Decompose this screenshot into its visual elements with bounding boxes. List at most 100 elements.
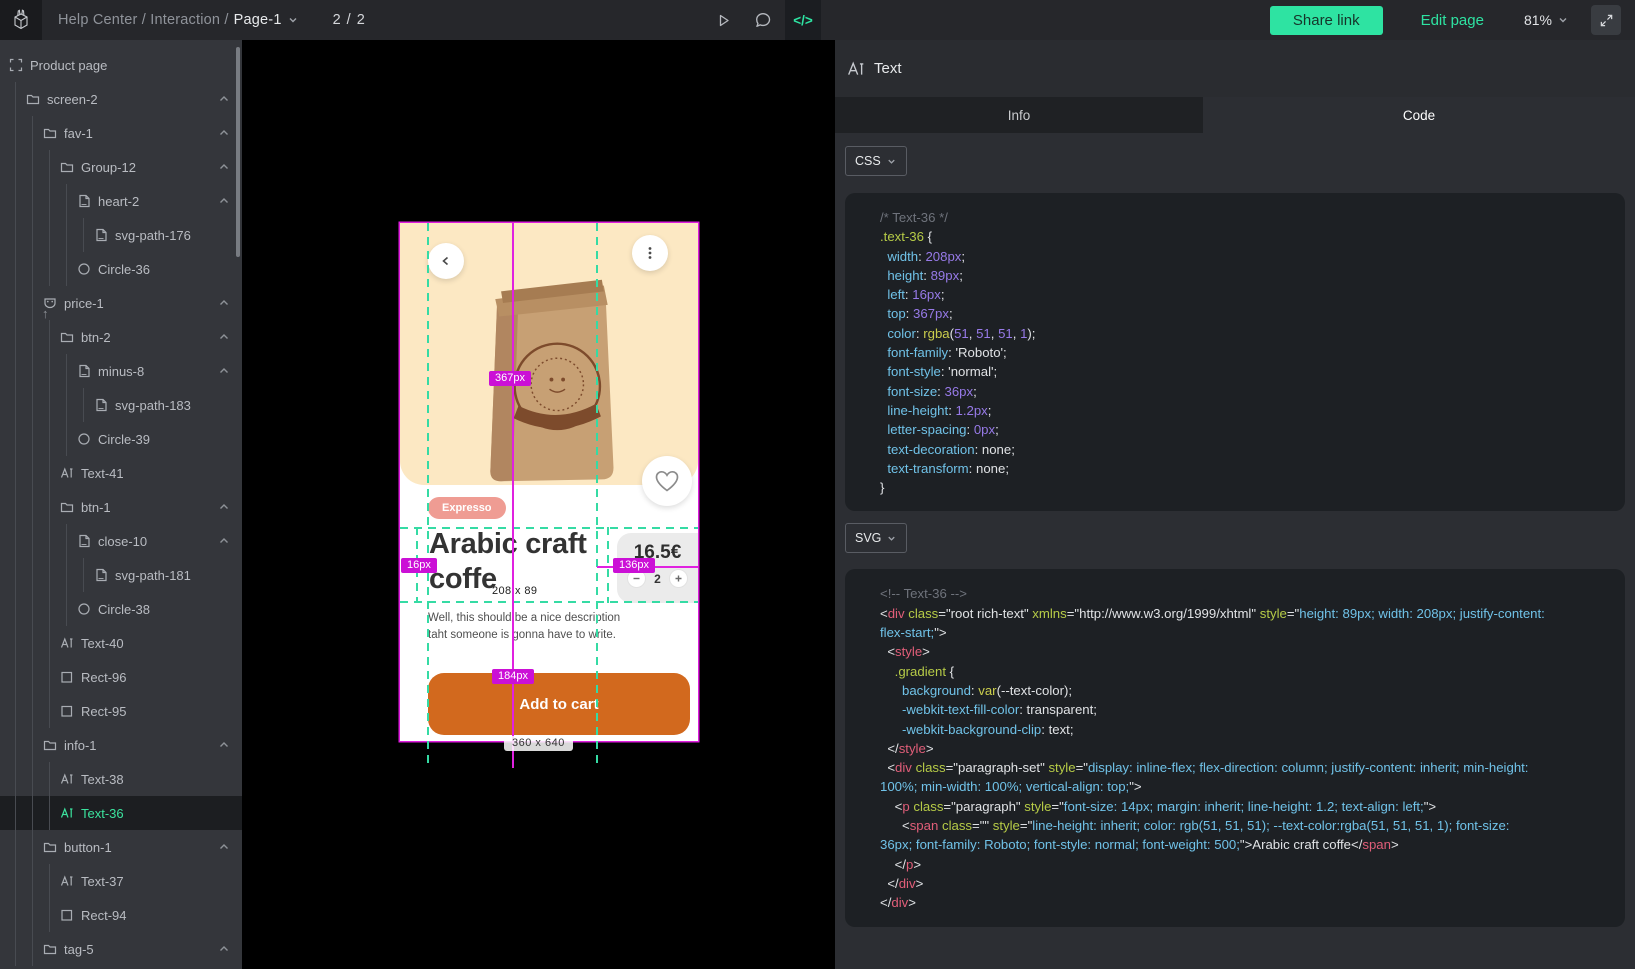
chevron-up-icon[interactable] bbox=[218, 501, 230, 513]
text-icon bbox=[59, 635, 75, 651]
plus-icon bbox=[674, 574, 683, 583]
text-icon bbox=[59, 771, 75, 787]
chevron-up-icon[interactable] bbox=[218, 535, 230, 547]
chevron-up-icon[interactable] bbox=[218, 365, 230, 377]
chevron-up-icon[interactable] bbox=[218, 195, 230, 207]
add-to-cart-button[interactable]: Add to cart bbox=[428, 673, 690, 735]
chevron-up-icon[interactable] bbox=[218, 297, 230, 309]
layer-label: Text-41 bbox=[81, 466, 124, 481]
layer-row-info-1[interactable]: info-1 bbox=[0, 728, 242, 762]
svgfile-icon bbox=[76, 193, 92, 209]
app-logo[interactable] bbox=[0, 0, 42, 40]
layer-label: price-1 bbox=[64, 296, 104, 311]
svg-language-dropdown[interactable]: SVG bbox=[845, 523, 907, 553]
indent-guide bbox=[49, 422, 66, 456]
indent-guide bbox=[32, 796, 49, 830]
inspector-panel: Text Info Code CSS /* Text-36 */.text-36… bbox=[835, 40, 1635, 969]
tab-info[interactable]: Info bbox=[835, 97, 1203, 133]
layer-row-rect-96[interactable]: Rect-96 bbox=[0, 660, 242, 694]
layer-row-minus-8[interactable]: minus-8 bbox=[0, 354, 242, 388]
indent-guide bbox=[15, 932, 32, 966]
layer-row-text-37[interactable]: Text-37 bbox=[0, 864, 242, 898]
guide-line-vertical-right bbox=[596, 223, 598, 763]
code-line: letter-spacing: 0px; bbox=[880, 420, 1545, 439]
layer-row-button-1[interactable]: button-1 bbox=[0, 830, 242, 864]
text-type-icon bbox=[847, 61, 865, 77]
layer-row-screen-2[interactable]: screen-2 bbox=[0, 82, 242, 116]
layer-row-svg-path-181[interactable]: svg-path-181 bbox=[0, 558, 242, 592]
layer-row-price-1[interactable]: price-1 bbox=[0, 286, 242, 320]
comments-button[interactable] bbox=[745, 0, 781, 40]
topbar-actions: Share link Edit page 81% bbox=[1270, 5, 1635, 35]
layer-row-text-40[interactable]: Text-40 bbox=[0, 626, 242, 660]
guide-line-horizontal-top bbox=[400, 527, 698, 529]
code-mode-button[interactable]: </> bbox=[785, 0, 821, 40]
layer-row-group-12[interactable]: Group-12 bbox=[0, 150, 242, 184]
layer-row-tag-5[interactable]: tag-5 bbox=[0, 932, 242, 966]
layer-row-text-36[interactable]: Text-36 bbox=[0, 796, 242, 830]
layer-row-rect-94[interactable]: Rect-94 bbox=[0, 898, 242, 932]
chevron-up-icon[interactable] bbox=[218, 841, 230, 853]
chevron-up-icon[interactable] bbox=[218, 331, 230, 343]
indent-guide bbox=[32, 422, 49, 456]
layer-row-text-38[interactable]: Text-38 bbox=[0, 762, 242, 796]
layer-row-circle-36[interactable]: Circle-36 bbox=[0, 252, 242, 286]
chevron-up-icon[interactable] bbox=[218, 739, 230, 751]
favorite-button[interactable] bbox=[642, 456, 692, 506]
share-link-button[interactable]: Share link bbox=[1270, 6, 1383, 35]
product-description[interactable]: Well, this should be a nice description … bbox=[428, 610, 620, 644]
indent-guide bbox=[32, 898, 49, 932]
layer-row-fav-1[interactable]: fav-1 bbox=[0, 116, 242, 150]
frame-icon bbox=[8, 57, 24, 73]
indent-guide bbox=[49, 558, 66, 592]
layer-row-circle-39[interactable]: Circle-39 bbox=[0, 422, 242, 456]
layer-row-circle-38[interactable]: Circle-38 bbox=[0, 592, 242, 626]
layer-row-rect-95[interactable]: Rect-95 bbox=[0, 694, 242, 728]
layer-row-btn-1[interactable]: btn-1 bbox=[0, 490, 242, 524]
more-options-button[interactable] bbox=[632, 235, 668, 271]
layer-label: Circle-36 bbox=[98, 262, 150, 277]
chevron-down-icon[interactable] bbox=[287, 14, 299, 26]
back-button[interactable] bbox=[428, 243, 464, 279]
indent-guide bbox=[15, 184, 32, 218]
layer-row-product page[interactable]: Product page bbox=[0, 48, 242, 82]
css-code-block[interactable]: /* Text-36 */.text-36 { width: 208px; he… bbox=[845, 193, 1625, 511]
chevron-up-icon[interactable] bbox=[218, 93, 230, 105]
product-page-frame[interactable]: Expresso Arabic craft coffe 208 x 89 Wel… bbox=[400, 223, 698, 741]
chevron-up-icon[interactable] bbox=[218, 161, 230, 173]
code-line: /* Text-36 */ bbox=[880, 208, 1545, 227]
indent-guide bbox=[32, 490, 49, 524]
code-line: <style> bbox=[880, 642, 1545, 661]
play-button[interactable] bbox=[705, 0, 741, 40]
tab-code[interactable]: Code bbox=[1203, 97, 1635, 133]
layer-row-svg-path-176[interactable]: svg-path-176 bbox=[0, 218, 242, 252]
edit-page-link[interactable]: Edit page bbox=[1421, 12, 1484, 29]
sidebar-scrollbar[interactable] bbox=[236, 47, 240, 257]
svgfile-icon bbox=[76, 533, 92, 549]
svg-code-block[interactable]: <!-- Text-36 --><div class="root rich-te… bbox=[845, 569, 1625, 926]
indent-guide bbox=[15, 456, 32, 490]
layer-row-btn-2[interactable]: btn-2 bbox=[0, 320, 242, 354]
chevron-up-icon[interactable] bbox=[218, 943, 230, 955]
css-language-dropdown[interactable]: CSS bbox=[845, 146, 907, 176]
layer-label: Group-12 bbox=[81, 160, 136, 175]
increase-quantity-button[interactable] bbox=[669, 569, 688, 588]
layer-label: svg-path-181 bbox=[115, 568, 191, 583]
layer-row-heart-2[interactable]: heart-2 bbox=[0, 184, 242, 218]
zoom-level-dropdown[interactable]: 81% bbox=[1524, 12, 1569, 28]
code-line: height: 89px; bbox=[880, 266, 1545, 285]
breadcrumb-path: Help Center / Interaction / bbox=[58, 12, 229, 28]
indent-guide bbox=[32, 388, 49, 422]
product-tag-badge[interactable]: Expresso bbox=[428, 497, 506, 519]
fullscreen-button[interactable] bbox=[1591, 5, 1621, 35]
breadcrumb[interactable]: Help Center / Interaction / Page-1 bbox=[58, 12, 299, 28]
layer-label: Circle-39 bbox=[98, 432, 150, 447]
layer-row-text-41[interactable]: Text-41 bbox=[0, 456, 242, 490]
design-canvas[interactable]: Expresso Arabic craft coffe 208 x 89 Wel… bbox=[242, 40, 835, 969]
layer-row-svg-path-183[interactable]: svg-path-183 bbox=[0, 388, 242, 422]
chevron-up-icon[interactable] bbox=[218, 127, 230, 139]
selected-layer-type: Text bbox=[874, 60, 902, 77]
layer-row-close-10[interactable]: close-10 bbox=[0, 524, 242, 558]
indent-guide bbox=[32, 252, 49, 286]
indent-guide bbox=[15, 320, 32, 354]
